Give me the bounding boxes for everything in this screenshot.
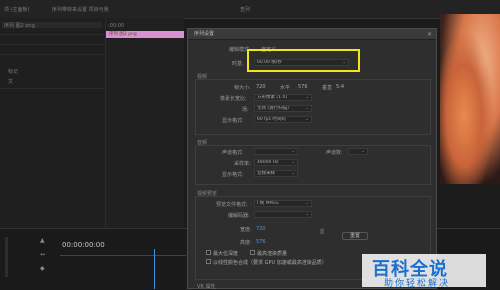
tab-sequence[interactable]: 查列 [240, 6, 250, 13]
divider [0, 44, 104, 45]
audio-display-format-label: 显示格式: [222, 172, 244, 178]
dialog-title: 序列设置 [188, 29, 436, 40]
display-format-label: 显示格式: [222, 118, 244, 124]
selection-tool-icon[interactable]: ▲ [40, 237, 45, 244]
chevron-down-icon: ⌄ [305, 95, 309, 100]
width-value[interactable]: 720 [256, 226, 266, 232]
app-top-strip: 项 (主面板) 序列带转来设置 项目与我 查列 [0, 0, 500, 19]
height-label: 高度: [240, 240, 252, 246]
tab-effects[interactable]: 序列带转来设置 项目与我 [52, 6, 109, 13]
project-panel: 序列 图2 png 标记 文 [0, 18, 106, 228]
pixel-aspect-select[interactable]: 方形像素 (1.0) ⌄ [254, 94, 312, 101]
audio-display-format-select[interactable]: 音频采样 ⌄ [254, 170, 298, 177]
track-select-icon[interactable]: ↔ [40, 251, 45, 258]
max-render-quality-label: 最高渲染质量 [257, 251, 288, 257]
chevron-down-icon: ⌄ [291, 171, 295, 176]
channel-count-select[interactable]: ⌄ [348, 148, 368, 155]
fields-select[interactable]: 无场 (逐行扫描) ⌄ [254, 105, 312, 112]
razor-icon[interactable]: ◆ [40, 265, 45, 272]
width-label: 宽度: [240, 227, 252, 233]
frame-width-value[interactable]: 720 [256, 84, 266, 90]
chevron-down-icon: ⌄ [305, 117, 309, 122]
channel-count-label: 声道数: [326, 150, 343, 156]
panel-label: 文 [8, 79, 14, 85]
max-bit-depth-label: 最大位深度 [213, 251, 239, 257]
video-group [195, 79, 431, 135]
aspect-value: 5:4 [336, 84, 345, 90]
codec-select[interactable]: ⌄ [254, 211, 312, 218]
source-panel: :00:00 [106, 18, 184, 228]
timecode-label: :00:00 [108, 23, 125, 29]
timeline-ruler [60, 255, 186, 256]
horizontal-label: 水平 [280, 85, 291, 91]
scrollbar[interactable] [5, 237, 8, 277]
frame-size-label: 帧大小: [234, 85, 251, 91]
program-monitor-image [440, 14, 500, 184]
divider [0, 88, 104, 89]
panel-label: 标记 [8, 69, 19, 75]
channel-format-select[interactable]: ⌄ [254, 148, 298, 155]
timebase-highlight-box [247, 49, 360, 72]
max-render-quality-checkbox[interactable] [250, 250, 255, 255]
chevron-down-icon: ⌄ [291, 149, 295, 154]
watermark-subtitle: 助你轻松解决 [384, 279, 451, 289]
vertical-label: 垂直 [322, 85, 333, 91]
sample-rate-select[interactable]: 48000 Hz ⌄ [254, 159, 298, 166]
divider [0, 34, 104, 35]
codec-label: 编解码器: [228, 213, 250, 219]
frame-height-value[interactable]: 576 [298, 84, 308, 90]
playhead[interactable] [154, 249, 155, 289]
timeline-timecode[interactable]: 00:00:00:00 [62, 241, 105, 249]
height-value[interactable]: 576 [256, 239, 266, 245]
display-format-select[interactable]: 60 fps 时间码 ⌄ [254, 116, 312, 123]
pixel-aspect-label: 像素长宽比: [220, 96, 247, 102]
close-icon[interactable]: ✕ [427, 31, 432, 38]
tab-project[interactable]: 项 (主面板) [4, 6, 30, 13]
chevron-down-icon: ⌄ [305, 212, 309, 217]
link-icon[interactable]: ⌷ [320, 228, 324, 237]
max-bit-depth-checkbox[interactable] [206, 250, 211, 255]
project-item[interactable]: 序列 图2 png [2, 22, 102, 29]
reset-button[interactable]: 重置 [342, 232, 368, 240]
linear-color-label: 以线性颜色合成（要求 GPU 加速或最高渲染品质） [213, 260, 327, 266]
divider [0, 54, 104, 55]
linear-color-checkbox[interactable] [206, 259, 211, 264]
timeline-clip[interactable]: 序列 图2 png [106, 31, 184, 38]
chevron-down-icon: ⌄ [291, 160, 295, 165]
sample-rate-label: 采样率: [234, 161, 251, 167]
chevron-down-icon: ⌄ [305, 201, 309, 206]
preview-format-label: 预览文件格式: [216, 202, 248, 208]
timebase-label: 时基: [232, 61, 244, 67]
chevron-down-icon: ⌄ [361, 149, 365, 154]
preview-format-select[interactable]: I 帧 MPEG ⌄ [254, 200, 312, 207]
chevron-down-icon: ⌄ [305, 106, 309, 111]
channel-format-label: 声道格式: [222, 150, 244, 156]
fields-label: 场: [242, 107, 249, 113]
